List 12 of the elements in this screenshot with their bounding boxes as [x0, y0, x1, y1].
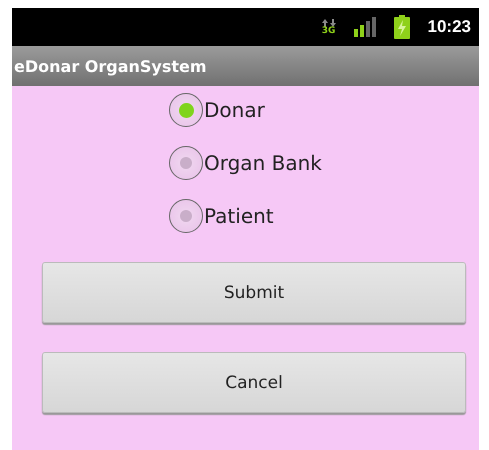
cancel-button[interactable]: Cancel	[42, 352, 466, 413]
submit-button[interactable]: Submit	[42, 262, 466, 323]
signal-icon	[354, 17, 376, 37]
radio-button[interactable]	[169, 146, 203, 180]
battery-charging-icon	[394, 15, 410, 39]
radio-button[interactable]	[169, 199, 203, 233]
radio-label[interactable]: Donar	[204, 98, 265, 122]
clock-time: 10:23	[428, 17, 471, 37]
app-title: eDonar OrganSystem	[14, 56, 207, 76]
radio-label[interactable]: Patient	[204, 204, 274, 228]
radio-label[interactable]: Organ Bank	[204, 151, 322, 175]
radio-button[interactable]	[169, 93, 203, 127]
